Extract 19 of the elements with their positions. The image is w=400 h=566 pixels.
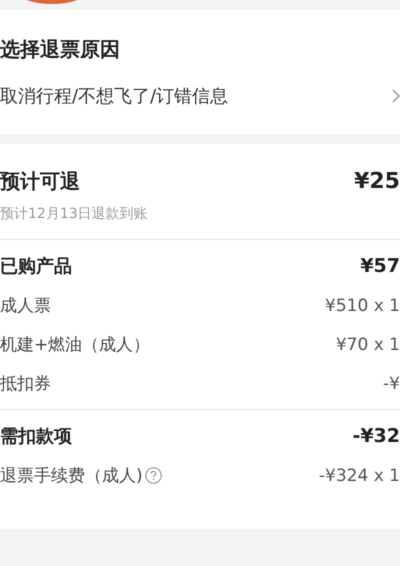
section-total: -¥32 <box>352 425 400 447</box>
refund-note: 预计12月13日退款到账 <box>0 205 149 223</box>
section-total: ¥57 <box>360 255 400 277</box>
refund-title: 预计可退 <box>0 168 80 195</box>
item-amount: ¥70 x 1 <box>336 334 400 354</box>
item-amount: -¥324 x 1 <box>318 466 400 486</box>
item-label: 成人票 <box>0 295 51 317</box>
refund-amount: ¥25 <box>354 169 400 194</box>
item-label: 退票手续费（成人) <box>0 465 143 487</box>
section-title: 需扣款项 <box>0 425 72 448</box>
item-label: 机建+燃油（成人） <box>0 334 150 356</box>
chevron-right-icon[interactable] <box>392 89 400 103</box>
reason-value[interactable]: 取消行程/不想飞了/订错信息 <box>0 84 228 108</box>
item-label: 抵扣券 <box>0 373 51 395</box>
section-title: 已购产品 <box>0 255 72 278</box>
section-title: 选择退票原因 <box>0 36 121 62</box>
item-amount: ¥510 x 1 <box>325 296 400 316</box>
item-amount: -¥ <box>383 374 400 394</box>
help-icon[interactable] <box>144 467 162 484</box>
